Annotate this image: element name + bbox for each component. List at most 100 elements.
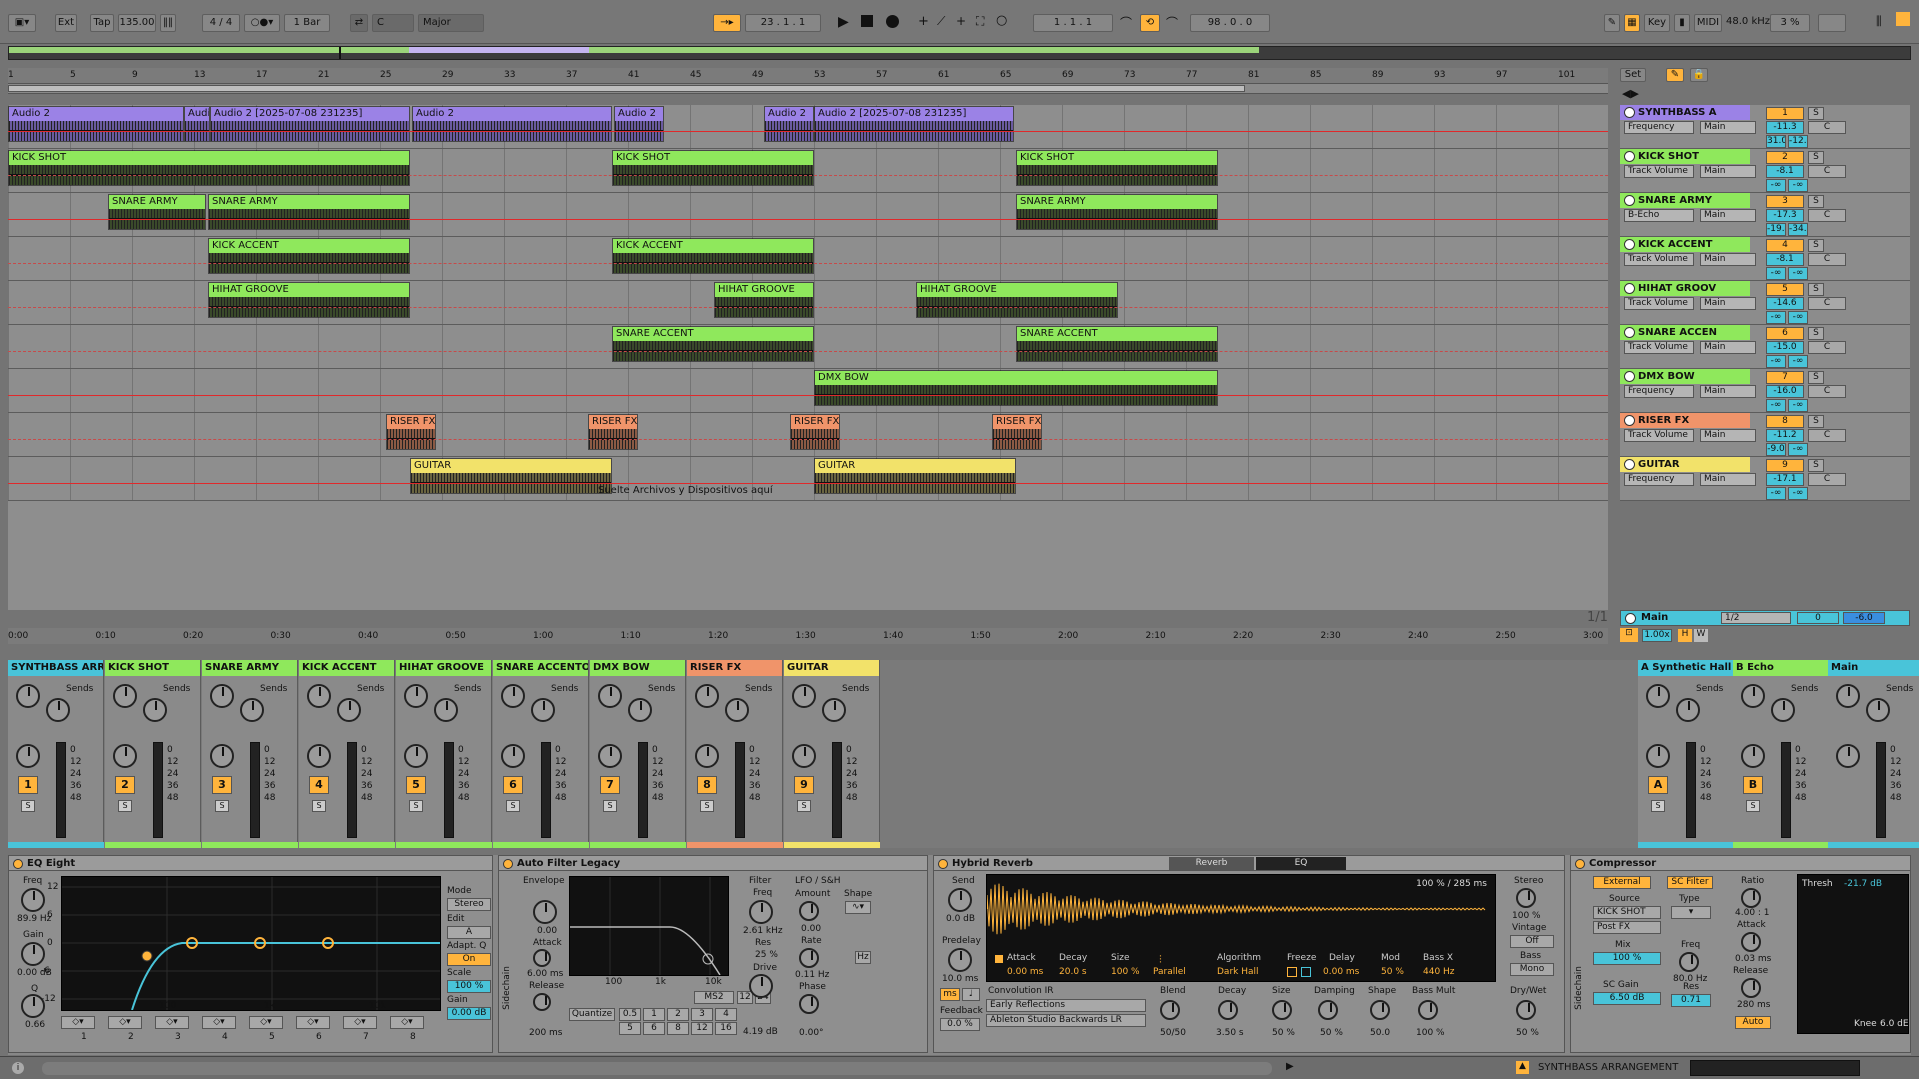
tempo-field[interactable]: 135.00 — [118, 14, 156, 32]
sc-freq-knob[interactable] — [1679, 952, 1699, 972]
audio-clip[interactable]: GUITAR — [410, 458, 612, 494]
beat-ruler[interactable]: 1 5 9 13 17 21 25 29 33 37 41 45 49 53 57 61 65 69 73 77 81 8… — [8, 68, 1608, 84]
channel-name[interactable]: GUITAR — [784, 660, 879, 676]
track-header[interactable]: SNARE ARMYB-Echo Main 3S -17.3 C -19.4-34.0 — [1620, 193, 1910, 237]
track-lane[interactable]: GUITAR GUITAR — [8, 457, 1608, 501]
audio-clip[interactable]: Audio 2 [2025-07-08 231235] — [814, 106, 1014, 142]
decay2-knob[interactable] — [1218, 1000, 1238, 1020]
mini-clip-view[interactable] — [1690, 1060, 1860, 1076]
pan-knob[interactable] — [598, 744, 622, 768]
send-b-knob[interactable] — [434, 698, 458, 722]
track-lane[interactable]: Audio 2AudioAudio 2 [2025-07-08 231235]A… — [8, 105, 1608, 149]
track-name[interactable]: DMX BOW — [1620, 369, 1750, 384]
bass-mono-toggle[interactable]: Mono — [1510, 963, 1554, 976]
output-routing-select[interactable]: Main — [1700, 121, 1756, 134]
draw-mode-icon[interactable]: ✎ — [1604, 14, 1620, 32]
track-name[interactable]: SNARE ARMY — [1620, 193, 1750, 208]
lock-icon[interactable]: 🔒 — [1690, 68, 1708, 82]
pan-knob[interactable] — [404, 744, 428, 768]
send-b-value[interactable]: -∞ — [1788, 311, 1808, 324]
size-value[interactable]: 100 % — [1111, 967, 1140, 977]
band-filter-type-select[interactable]: ◇▾ — [61, 1016, 95, 1029]
band-number[interactable]: 3 — [175, 1032, 181, 1042]
track-name[interactable]: HIHAT GROOV — [1620, 281, 1750, 296]
automation-line[interactable] — [8, 175, 1608, 177]
send-a-value[interactable]: -∞ — [1766, 487, 1786, 500]
band-number[interactable]: 7 — [363, 1032, 369, 1042]
track-activator[interactable]: 5 — [406, 776, 426, 794]
gain-knob[interactable] — [21, 942, 45, 966]
track-lane[interactable]: KICK ACCENT KICK ACCENT — [8, 237, 1608, 281]
solo-button[interactable]: S — [215, 800, 229, 812]
fold-icon[interactable] — [1624, 459, 1635, 470]
solo-button[interactable]: S — [1808, 195, 1824, 208]
fold-icon[interactable] — [1625, 613, 1636, 624]
send-b-value[interactable]: -∞ — [1788, 399, 1808, 412]
fold-icon[interactable] — [1624, 107, 1635, 118]
automation-line[interactable] — [8, 439, 1608, 441]
band-number[interactable]: 4 — [222, 1032, 228, 1042]
filter-type-select[interactable]: MS2 — [694, 991, 734, 1004]
scale-select[interactable]: Major — [418, 14, 484, 32]
ratio-knob[interactable] — [1741, 888, 1761, 908]
track-name[interactable]: RISER FX — [1620, 413, 1750, 428]
phase-knob[interactable] — [799, 994, 819, 1014]
quantize-value-button[interactable]: 0.5 — [619, 1008, 641, 1021]
reverb-tab[interactable]: Reverb — [1169, 857, 1254, 870]
audio-clip[interactable]: KICK ACCENT — [208, 238, 410, 274]
fold-icon[interactable] — [1624, 239, 1635, 250]
ms-button[interactable]: ms — [940, 988, 960, 1001]
session-record-icon[interactable]: ○ — [996, 13, 1007, 28]
decay-value[interactable]: 20.0 s — [1059, 967, 1087, 977]
send-b-knob[interactable] — [240, 698, 264, 722]
pan-knob[interactable] — [1646, 744, 1670, 768]
view-toggle-button[interactable]: ▣▾ — [8, 14, 36, 32]
channel-name[interactable]: KICK ACCENT — [299, 660, 394, 676]
band-filter-type-select[interactable]: ◇▾ — [390, 1016, 424, 1029]
mixer-channel-strip[interactable]: A Synthetic Hall Sends 0 12 24 36 48 A S — [1638, 660, 1734, 848]
mixer-channel-strip[interactable]: KICK ACCENT Sends 0 12 24 36 48 4 S — [299, 660, 395, 848]
send-b-knob[interactable] — [46, 698, 70, 722]
track-activator[interactable]: 3 — [212, 776, 232, 794]
pan-knob[interactable] — [1836, 744, 1860, 768]
track-name[interactable]: KICK ACCENT — [1620, 237, 1750, 252]
audio-clip[interactable]: KICK SHOT — [1016, 150, 1218, 186]
band-filter-type-select[interactable]: ◇▾ — [296, 1016, 330, 1029]
automation-line[interactable] — [8, 131, 1608, 133]
mode-select[interactable]: Stereo — [447, 898, 491, 911]
track-lane[interactable]: HIHAT GROOVE HIHAT GROOVE HIHAT GROOVE — [8, 281, 1608, 325]
pan-knob[interactable] — [501, 744, 525, 768]
audio-clip[interactable]: Audio 2 — [412, 106, 612, 142]
track-activator[interactable]: 1 — [18, 776, 38, 794]
lfo-shape-select[interactable]: ∿▾ — [845, 901, 871, 914]
volume-fader[interactable] — [250, 742, 260, 838]
set-locator-button[interactable]: Set — [1620, 68, 1646, 82]
key-select[interactable]: C — [372, 14, 414, 32]
release-knob[interactable] — [533, 993, 551, 1011]
track-volume[interactable]: -17.3 — [1766, 209, 1804, 222]
mixer-channel-strip[interactable]: SNARE ACCENTO Sends 0 12 24 36 48 6 S — [493, 660, 589, 848]
audio-clip[interactable]: KICK SHOT — [612, 150, 814, 186]
send-a-knob[interactable] — [307, 684, 331, 708]
track-volume[interactable]: -16.0 — [1766, 385, 1804, 398]
quantize-value-button[interactable]: 6 — [643, 1022, 665, 1035]
band-number[interactable]: 1 — [81, 1032, 87, 1042]
device-power-icon[interactable] — [1575, 859, 1585, 869]
capture-icon[interactable]: ⛶ — [976, 14, 984, 29]
attack-knob[interactable] — [533, 949, 551, 967]
automation-arm-icon[interactable]: ⟋ — [937, 14, 945, 29]
track-header[interactable]: SNARE ACCEN Track Volume Main 6 S -15.0 C -∞ -∞ — [1620, 325, 1910, 369]
solo-button[interactable]: S — [409, 800, 423, 812]
automation-line[interactable] — [8, 351, 1608, 353]
fold-icon[interactable] — [1624, 195, 1635, 206]
automation-param-select[interactable]: Frequency — [1624, 385, 1694, 398]
computer-keyboard-icon[interactable]: ▦ — [1624, 14, 1640, 32]
time-ruler[interactable]: 0:00 0:10 0:20 0:30 0:40 0:50 1:00 1:10 1:20 1:30… — [8, 628, 1608, 644]
audio-clip[interactable]: KICK SHOT — [8, 150, 410, 186]
audio-clip[interactable]: Audio 2 — [8, 106, 184, 142]
track-volume[interactable]: -8.1 — [1766, 253, 1804, 266]
solo-button[interactable]: S — [603, 800, 617, 812]
scale-toggle-icon[interactable]: ⇄ — [350, 14, 368, 32]
pencil-icon[interactable]: ✎ — [1666, 68, 1684, 82]
automation-line[interactable] — [8, 307, 1608, 309]
